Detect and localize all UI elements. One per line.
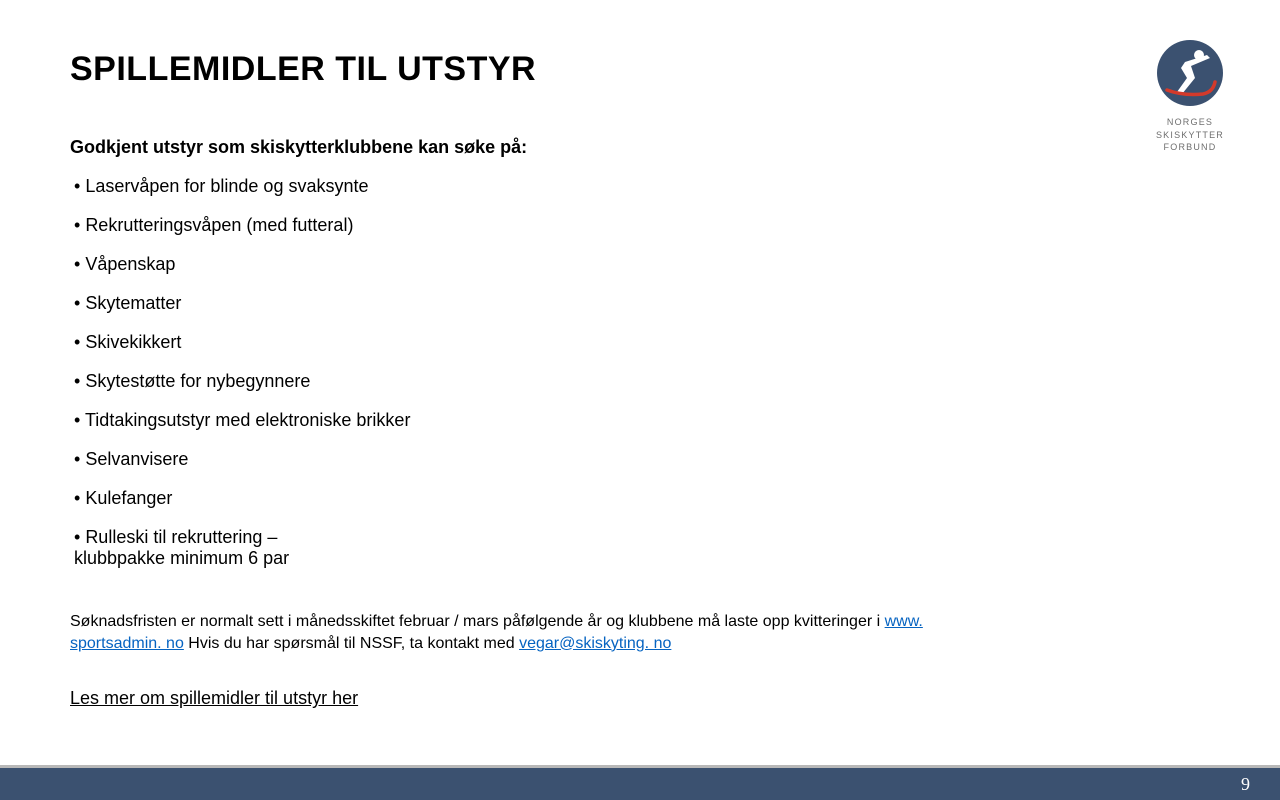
slide-title: SPILLEMIDLER TIL UTSTYR	[70, 50, 980, 89]
note-text-2: Hvis du har spørsmål til NSSF, ta kontak…	[184, 635, 519, 652]
equipment-list: Laservåpen for blinde og svaksynte Rekru…	[70, 176, 980, 569]
list-item: Rulleski til rekruttering – klubbpakke m…	[70, 527, 370, 569]
note-text-1: Søknadsfristen er normalt sett i månedss…	[70, 613, 885, 630]
list-item: Kulefanger	[70, 488, 980, 509]
logo-text-line3: FORBUND	[1140, 141, 1240, 154]
list-item: Skytestøtte for nybegynnere	[70, 371, 980, 392]
deadline-note: Søknadsfristen er normalt sett i månedss…	[70, 611, 980, 654]
contact-email-link[interactable]: vegar@skiskyting. no	[519, 635, 671, 652]
list-item: Våpenskap	[70, 254, 980, 275]
list-item: Selvanvisere	[70, 449, 980, 470]
logo-text-line1: NORGES	[1140, 116, 1240, 129]
footer-bar: 9	[0, 768, 1280, 800]
list-item: Rekrutteringsvåpen (med futteral)	[70, 215, 980, 236]
read-more-link[interactable]: Les mer om spillemidler til utstyr her	[70, 688, 358, 708]
list-item: Skytematter	[70, 293, 980, 314]
list-item: Tidtakingsutstyr med elektroniske brikke…	[70, 410, 980, 431]
slide-content: SPILLEMIDLER TIL UTSTYR Godkjent utstyr …	[0, 0, 1050, 709]
biathlon-logo-icon	[1155, 38, 1225, 108]
page-number: 9	[1241, 774, 1250, 795]
list-item: Skivekikkert	[70, 332, 980, 353]
list-item: Laservåpen for blinde og svaksynte	[70, 176, 980, 197]
intro-text: Godkjent utstyr som skiskytterklubbene k…	[70, 137, 980, 158]
org-logo-block: NORGES SKISKYTTER FORBUND	[1140, 38, 1240, 154]
logo-text-line2: SKISKYTTER	[1140, 129, 1240, 142]
